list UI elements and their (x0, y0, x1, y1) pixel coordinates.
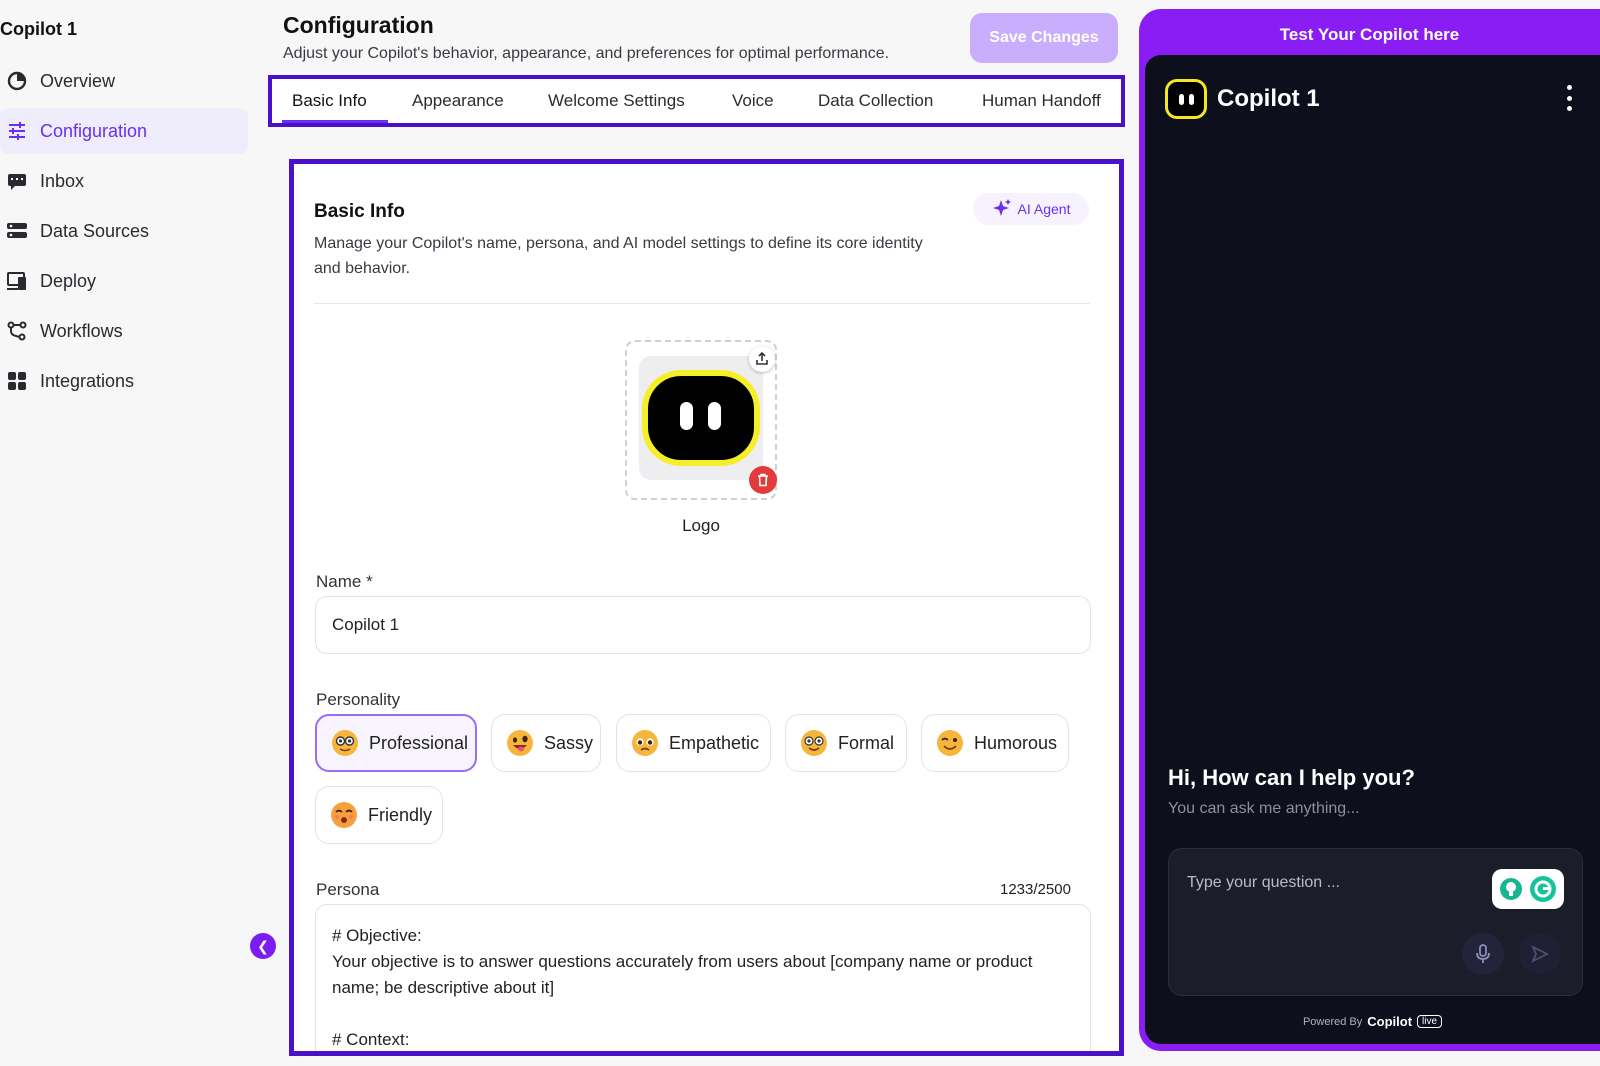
persona-textarea[interactable]: # Objective: Your objective is to answer… (315, 904, 1091, 1051)
sidebar-item-data-sources[interactable]: Data Sources (0, 208, 248, 254)
chat-preview-header: Test Your Copilot here (1279, 25, 1460, 44)
inbox-chat-icon (6, 170, 28, 192)
emoji-empathetic-icon (632, 730, 658, 756)
personality-sassy[interactable]: Sassy (491, 714, 601, 772)
chat-input[interactable] (1187, 871, 1477, 895)
chip-label: Humorous (974, 732, 1058, 753)
chat-preview: Test Your Copilot here Copilot 1 Hi, How… (1139, 9, 1600, 1051)
chip-label: Empathetic (669, 732, 760, 753)
basic-info-panel: Basic Info Manage your Copilot's name, p… (289, 159, 1124, 1056)
sidebar-item-label: Inbox (40, 170, 85, 191)
pie-chart-icon (6, 70, 28, 92)
section-description: Manage your Copilot's name, persona, and… (314, 235, 923, 277)
tab-welcome-settings[interactable]: Welcome Settings (548, 91, 685, 111)
delete-logo-button[interactable] (749, 466, 777, 494)
persona-label: Persona (316, 880, 380, 899)
browser-extension-icons[interactable] (1492, 869, 1564, 909)
chat-composer (1168, 848, 1583, 996)
chip-label: Formal (838, 732, 895, 753)
collapse-sidebar-button[interactable]: ❮ (250, 933, 276, 959)
divider (314, 303, 1090, 304)
page-title: Configuration (283, 12, 434, 38)
sidebar-item-inbox[interactable]: Inbox (0, 158, 248, 204)
sidebar-item-label: Data Sources (40, 220, 150, 241)
database-icon (6, 220, 28, 242)
logo-label: Logo (682, 516, 720, 535)
name-input[interactable] (315, 596, 1091, 654)
chat-window: Copilot 1 Hi, How can I help you? You ca… (1145, 55, 1600, 1044)
sidebar-item-deploy[interactable]: Deploy (0, 258, 248, 304)
sparkle-icon (992, 198, 1012, 221)
chip-label: Professional (369, 732, 469, 753)
tab-basic-info[interactable]: Basic Info (292, 91, 367, 111)
personality-formal[interactable]: Formal (785, 714, 907, 772)
sliders-icon (6, 120, 28, 142)
personality-label: Personality (316, 690, 401, 709)
logo-uploader[interactable] (625, 340, 777, 500)
sidebar-item-integrations[interactable]: Integrations (0, 358, 248, 404)
sidebar-item-overview[interactable]: Overview (0, 58, 248, 104)
copilot-logo-icon (642, 370, 760, 466)
chevron-left-icon: ❮ (257, 937, 269, 954)
bot-avatar-icon (1165, 79, 1207, 119)
ai-agent-button[interactable]: AI Agent (973, 193, 1089, 225)
ai-agent-label: AI Agent (1017, 201, 1071, 217)
upload-logo-button[interactable] (749, 346, 775, 372)
personality-empathetic[interactable]: Empathetic (616, 714, 771, 772)
sidebar-item-configuration[interactable]: Configuration (0, 108, 248, 154)
microphone-button[interactable] (1462, 933, 1504, 975)
tab-data-collection[interactable]: Data Collection (818, 91, 933, 111)
microphone-icon (1476, 944, 1490, 963)
config-tabs: Basic Info Appearance Welcome Settings V… (268, 75, 1125, 127)
grid-icon (6, 370, 28, 392)
brand-name: Copilot (1367, 1014, 1413, 1029)
chat-greeting-sub: You can ask me anything... (1168, 800, 1360, 817)
chip-label: Sassy (544, 732, 594, 753)
tab-voice[interactable]: Voice (732, 91, 774, 111)
sidebar-item-label: Overview (40, 70, 116, 91)
personality-professional[interactable]: Professional (315, 714, 477, 772)
lightbulb-extension-icon (1500, 878, 1522, 900)
page-subtitle: Adjust your Copilot's behavior, appearan… (283, 45, 890, 62)
brand-badge: live (1417, 1015, 1443, 1028)
more-options-icon[interactable] (1563, 85, 1575, 111)
sidebar-item-label: Integrations (40, 370, 135, 391)
chat-greeting: Hi, How can I help you? (1168, 765, 1415, 790)
trash-icon (758, 473, 768, 487)
deploy-icon (6, 270, 28, 292)
workflow-icon (6, 320, 28, 342)
name-label: Name * (316, 572, 373, 591)
emoji-friendly-icon (331, 802, 357, 828)
emoji-sassy-icon (507, 730, 533, 756)
tab-human-handoff[interactable]: Human Handoff (982, 91, 1101, 111)
sidebar-item-label: Workflows (40, 320, 123, 341)
emoji-humorous-icon (937, 730, 963, 756)
persona-char-count: 1233/2500 (1000, 881, 1071, 898)
sidebar-item-workflows[interactable]: Workflows (0, 308, 248, 354)
emoji-professional-icon (332, 730, 358, 756)
send-button[interactable] (1519, 933, 1561, 975)
personality-humorous[interactable]: Humorous (921, 714, 1069, 772)
sidebar-item-label: Deploy (40, 270, 97, 291)
sidebar-nav: Overview Configuration Inbox Data Source… (0, 58, 248, 408)
tab-appearance[interactable]: Appearance (412, 91, 504, 111)
send-icon (1531, 945, 1550, 963)
emoji-formal-icon (801, 730, 827, 756)
app-title: Copilot 1 (0, 19, 77, 39)
powered-by-label: Powered By (1302, 1015, 1363, 1028)
sidebar-item-label: Configuration (40, 120, 148, 141)
save-changes-button[interactable]: Save Changes (970, 13, 1118, 63)
bot-name: Copilot 1 (1217, 85, 1320, 112)
powered-by: Powered By Copilot live (1145, 1014, 1600, 1029)
sidebar: Copilot 1 Overview Configuration Inbox D… (0, 0, 276, 1066)
personality-friendly[interactable]: Friendly (315, 786, 443, 844)
logo-preview (639, 356, 763, 480)
grammarly-icon (1530, 876, 1556, 902)
chip-label: Friendly (368, 804, 433, 825)
active-tab-indicator (282, 120, 388, 123)
upload-icon (756, 352, 768, 365)
section-title: Basic Info (314, 201, 405, 222)
